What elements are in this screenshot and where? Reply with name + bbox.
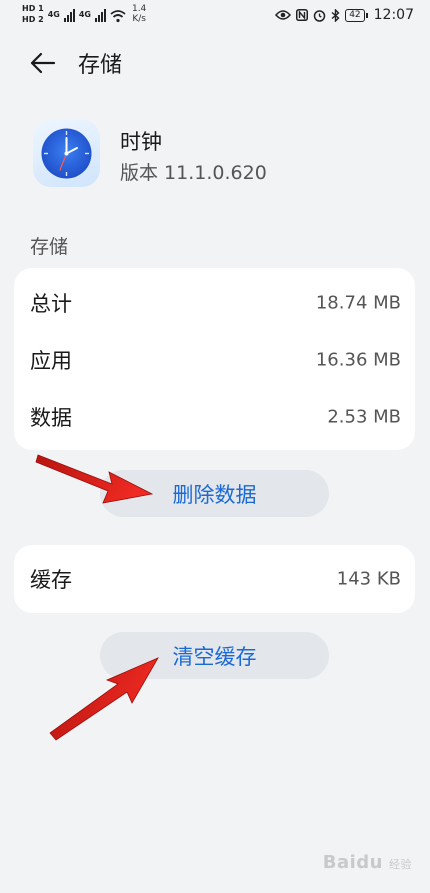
- back-arrow-icon[interactable]: [28, 48, 58, 78]
- storage-section-label: 存储: [30, 236, 69, 258]
- speed-value: 1.4: [131, 4, 147, 14]
- clock-app-icon: [33, 120, 100, 187]
- watermark-subtext: 经验: [389, 858, 412, 871]
- row-value: 2.53 MB: [327, 406, 401, 428]
- network1-label: 4G: [47, 10, 60, 19]
- clock-face-icon: [41, 128, 92, 179]
- network2-label: 4G: [78, 10, 91, 19]
- app-version: 版本 11.1.0.620: [120, 162, 267, 184]
- clear-cache-button[interactable]: 清空缓存: [100, 632, 329, 679]
- row-label: 应用: [30, 349, 72, 373]
- eye-icon: [275, 10, 292, 20]
- storage-row-total: 总计 18.74 MB: [14, 274, 415, 332]
- signal1-icon: [63, 8, 75, 22]
- sim-group: HD 1 HD 2: [22, 4, 44, 24]
- wifi-icon: [110, 10, 126, 23]
- cache-row: 缓存 143 KB: [14, 550, 415, 608]
- row-value: 16.36 MB: [315, 349, 401, 371]
- watermark-text: Baidu: [322, 852, 383, 873]
- battery-icon: 42: [345, 8, 369, 22]
- app-name: 时钟: [120, 130, 162, 154]
- row-value: 18.74 MB: [315, 292, 401, 314]
- row-label: 总计: [30, 292, 72, 316]
- alarm-icon: [313, 9, 326, 22]
- bluetooth-icon: [331, 8, 340, 22]
- row-label: 缓存: [30, 568, 72, 592]
- row-label: 数据: [30, 406, 72, 430]
- baidu-watermark: Baidu 经验: [323, 852, 412, 873]
- row-value: 143 KB: [336, 568, 401, 590]
- sim1-label: HD 1: [22, 4, 44, 13]
- status-right: 42 12:07: [275, 7, 414, 23]
- signal2-icon: [94, 8, 106, 22]
- network-speed: 1.4 K/s: [132, 4, 146, 24]
- nfc-icon: [296, 9, 309, 21]
- storage-row-data: 数据 2.53 MB: [14, 388, 415, 446]
- storage-row-app: 应用 16.36 MB: [14, 331, 415, 389]
- status-time: 12:07: [373, 7, 414, 23]
- delete-data-button[interactable]: 删除数据: [100, 470, 329, 517]
- page-title: 存储: [78, 53, 123, 78]
- speed-unit: K/s: [132, 14, 146, 24]
- status-bar: HD 1 HD 2 4G 4G 1.4 K/s 42 12:07: [0, 0, 430, 32]
- sim2-label: HD 2: [22, 15, 44, 24]
- storage-card: 总计 18.74 MB 应用 16.36 MB 数据 2.53 MB: [14, 268, 415, 450]
- status-left: HD 1 HD 2 4G 4G 1.4 K/s: [22, 4, 146, 24]
- cache-card: 缓存 143 KB: [14, 545, 415, 613]
